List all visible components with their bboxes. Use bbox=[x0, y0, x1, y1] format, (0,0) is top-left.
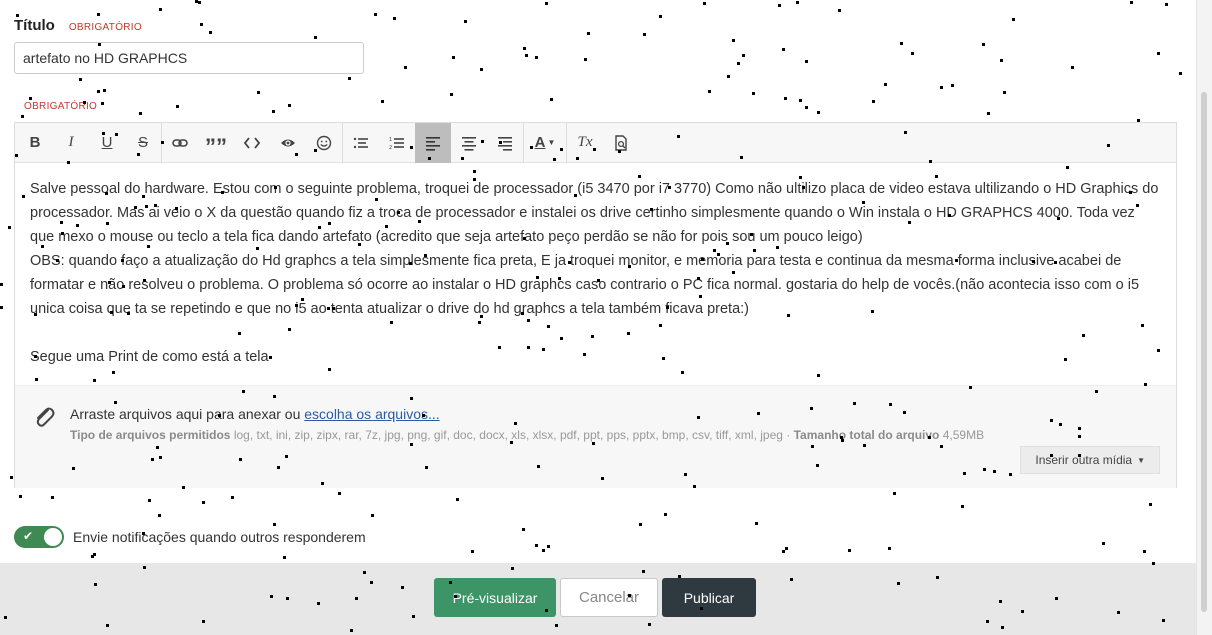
eye-icon bbox=[281, 139, 295, 146]
align-center-icon bbox=[462, 136, 476, 151]
notification-toggle-row: ✔ Envie notificações quando outros respo… bbox=[14, 526, 366, 548]
link-icon bbox=[172, 138, 188, 147]
preview-source-button[interactable] bbox=[603, 123, 639, 163]
strikethrough-icon: S bbox=[137, 134, 148, 151]
code-icon bbox=[244, 136, 260, 149]
body-paragraph: OBS: quando faço a atualização do Hd gra… bbox=[30, 253, 1140, 317]
text-color-button[interactable]: A ▼ bbox=[524, 123, 566, 163]
svg-text:1: 1 bbox=[389, 137, 392, 143]
drop-text: Arraste arquivos aqui para anexar ou bbox=[70, 406, 305, 422]
quote-icon: ”” bbox=[205, 133, 227, 159]
attachment-instructions: Arraste arquivos aqui para anexar ou esc… bbox=[70, 406, 440, 422]
attachment-dropzone[interactable]: Arraste arquivos aqui para anexar ou esc… bbox=[15, 385, 1176, 488]
toggle-knob bbox=[44, 528, 62, 546]
body-required-badge: OBRIGATÓRIO bbox=[24, 101, 98, 112]
allowed-file-types: Tipo de arquivos permitidos log, txt, in… bbox=[70, 428, 984, 442]
file-types-list: log, txt, ini, zip, zipx, rar, 7z, jpg, … bbox=[230, 428, 794, 442]
text-color-icon: A bbox=[534, 134, 546, 151]
cancel-button[interactable]: Cancelar bbox=[560, 578, 658, 617]
editor-toolbar: B I U S ”” 12 A ▼ Tx bbox=[15, 122, 1176, 163]
italic-icon: I bbox=[68, 134, 74, 150]
spoiler-button[interactable] bbox=[270, 123, 306, 163]
preview-button[interactable]: Pré-visualizar bbox=[434, 578, 556, 617]
notification-toggle[interactable]: ✔ bbox=[14, 526, 64, 548]
editor-content[interactable]: Salve pessoal do hardware. Estou com o s… bbox=[15, 163, 1176, 385]
underline-button[interactable]: U bbox=[89, 123, 125, 163]
publish-button[interactable]: Publicar bbox=[662, 578, 756, 617]
total-size-value: 4,59MB bbox=[939, 428, 985, 442]
file-types-label: Tipo de arquivos permitidos bbox=[70, 428, 231, 442]
document-search-icon bbox=[615, 134, 627, 151]
italic-button[interactable]: I bbox=[53, 123, 89, 163]
scrollbar-thumb[interactable] bbox=[1201, 92, 1207, 612]
insert-media-label: Inserir outra mídia bbox=[1035, 453, 1133, 467]
emoji-icon bbox=[316, 135, 332, 150]
link-button[interactable] bbox=[162, 123, 198, 163]
choose-files-link[interactable]: escolha os arquivos... bbox=[304, 406, 439, 422]
caret-down-icon: ▼ bbox=[1137, 455, 1145, 465]
check-icon: ✔ bbox=[23, 529, 34, 543]
new-topic-form: Título OBRIGATÓRIO OBRIGATÓRIO B I U S ”… bbox=[0, 0, 1212, 635]
chevron-down-icon: ▼ bbox=[547, 138, 556, 147]
quote-button[interactable]: ”” bbox=[198, 123, 234, 163]
underline-icon: U bbox=[101, 134, 113, 151]
align-left-button[interactable] bbox=[415, 122, 451, 163]
bullet-list-icon bbox=[353, 137, 368, 148]
align-right-icon bbox=[498, 136, 512, 151]
align-left-icon bbox=[426, 136, 440, 151]
bold-button[interactable]: B bbox=[17, 123, 53, 163]
bold-icon: B bbox=[29, 134, 41, 151]
notification-label: Envie notificações quando outros respond… bbox=[73, 529, 366, 545]
insert-media-button[interactable]: Inserir outra mídia ▼ bbox=[1020, 446, 1160, 474]
rich-text-editor: B I U S ”” 12 A ▼ Tx Salve pessoal do ha… bbox=[14, 122, 1177, 488]
align-center-button[interactable] bbox=[451, 123, 487, 163]
title-label: Título bbox=[14, 17, 55, 34]
align-right-button[interactable] bbox=[487, 123, 523, 163]
body-paragraph: Salve pessoal do hardware. Estou com o s… bbox=[30, 181, 1159, 245]
title-input[interactable] bbox=[14, 42, 364, 74]
form-footer: Pré-visualizar Cancelar Publicar bbox=[0, 563, 1196, 635]
numbered-list-icon: 12 bbox=[389, 137, 404, 151]
clear-format-button[interactable]: Tx bbox=[567, 123, 603, 163]
title-required-badge: OBRIGATÓRIO bbox=[68, 22, 142, 33]
code-button[interactable] bbox=[234, 123, 270, 163]
paperclip-icon bbox=[36, 407, 55, 427]
title-row: Título OBRIGATÓRIO bbox=[14, 17, 142, 34]
body-paragraph: Segue uma Print de como está a tela bbox=[30, 349, 269, 365]
emoji-button[interactable] bbox=[306, 123, 342, 163]
numbered-list-button[interactable]: 12 bbox=[379, 123, 415, 163]
clear-format-icon: Tx bbox=[577, 134, 593, 150]
svg-text:2: 2 bbox=[389, 145, 392, 151]
strikethrough-button[interactable]: S bbox=[125, 123, 161, 163]
bullet-list-button[interactable] bbox=[343, 123, 379, 163]
total-size-label: Tamanho total do arquivo bbox=[793, 428, 940, 442]
